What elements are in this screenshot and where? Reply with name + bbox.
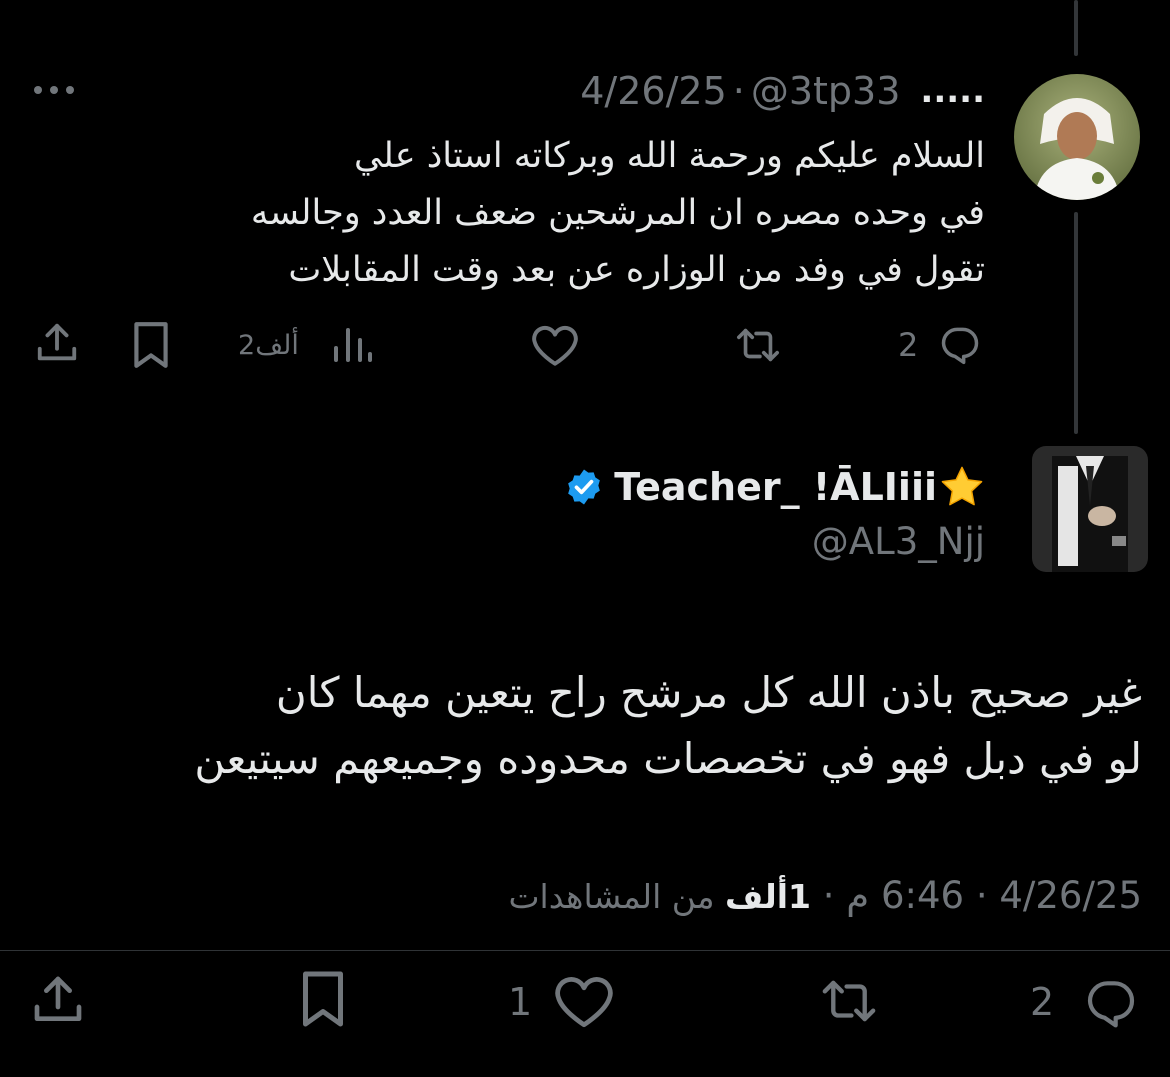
parent-views-count: 2ألف <box>238 330 299 361</box>
share-icon[interactable] <box>30 972 86 1028</box>
parent-header: 4/26/25 · @3tp33 ..... <box>580 68 985 114</box>
main-views-count[interactable]: 1ألف <box>725 877 811 916</box>
parent-text-line-3: تقول في وفد من الوزاره عن بعد وقت المقاب… <box>288 250 985 290</box>
meta-sep-2: · <box>811 874 847 917</box>
parent-date[interactable]: 4/26/25 <box>580 69 727 113</box>
main-handle[interactable]: @AL3_Njj <box>812 520 985 563</box>
parent-tweet-text: السلام عليكم ورحمة الله وبركاته استاذ عل… <box>125 128 985 299</box>
parent-text-line-2: في وحده مصره ان المرشحين ضعف العدد وجالس… <box>250 193 985 233</box>
main-date[interactable]: 4/26/25 <box>999 874 1142 917</box>
main-meta: 4/26/25 · 6:46 م · 1ألف من المشاهدات <box>508 874 1142 917</box>
reply-icon <box>941 327 979 365</box>
like-icon <box>555 977 613 1028</box>
thread-line-connector <box>1074 212 1078 434</box>
share-icon[interactable] <box>34 320 80 366</box>
reply-icon <box>1087 981 1135 1028</box>
main-text-line-1: غير صحيح باذن الله كل مرشح راح يتعين مهم… <box>275 668 1142 717</box>
more-icon[interactable] <box>30 82 78 98</box>
meta-sep-1: · <box>964 874 1000 917</box>
retweet-icon[interactable] <box>732 322 784 368</box>
parent-text-line-1: السلام عليكم ورحمة الله وبركاته استاذ عل… <box>353 136 985 176</box>
main-text-line-2: لو في دبل فهو في تخصصات محدوده وجميعهم س… <box>194 734 1142 783</box>
views-icon <box>334 328 372 362</box>
parent-display-name[interactable]: ..... <box>920 71 985 111</box>
parent-handle[interactable]: @3tp33 <box>751 69 901 113</box>
main-views-label: من المشاهدات <box>508 877 726 916</box>
meta-divider <box>0 950 1170 951</box>
main-time[interactable]: 6:46 م <box>846 874 964 917</box>
like-icon[interactable] <box>530 322 580 368</box>
bookmark-icon[interactable] <box>298 968 348 1030</box>
parent-reply-count: 2 <box>898 326 919 364</box>
retweet-icon[interactable] <box>816 972 882 1030</box>
parent-avatar[interactable] <box>1014 74 1140 200</box>
main-display-name[interactable]: Teacher_ !ĀLIiii <box>614 465 937 509</box>
main-name-row: Teacher_ !ĀLIiii <box>564 462 985 512</box>
main-reply-count: 2 <box>1030 980 1055 1024</box>
parent-separator: · <box>732 69 745 113</box>
main-avatar[interactable] <box>1032 446 1148 572</box>
star-emoji <box>941 466 983 506</box>
bookmark-icon[interactable] <box>130 320 172 370</box>
thread-line-top <box>1074 0 1078 56</box>
main-tweet-text: غير صحيح باذن الله كل مرشح راح يتعين مهم… <box>22 660 1142 792</box>
main-like-count: 1 <box>508 980 533 1024</box>
verified-badge-icon <box>568 469 601 505</box>
